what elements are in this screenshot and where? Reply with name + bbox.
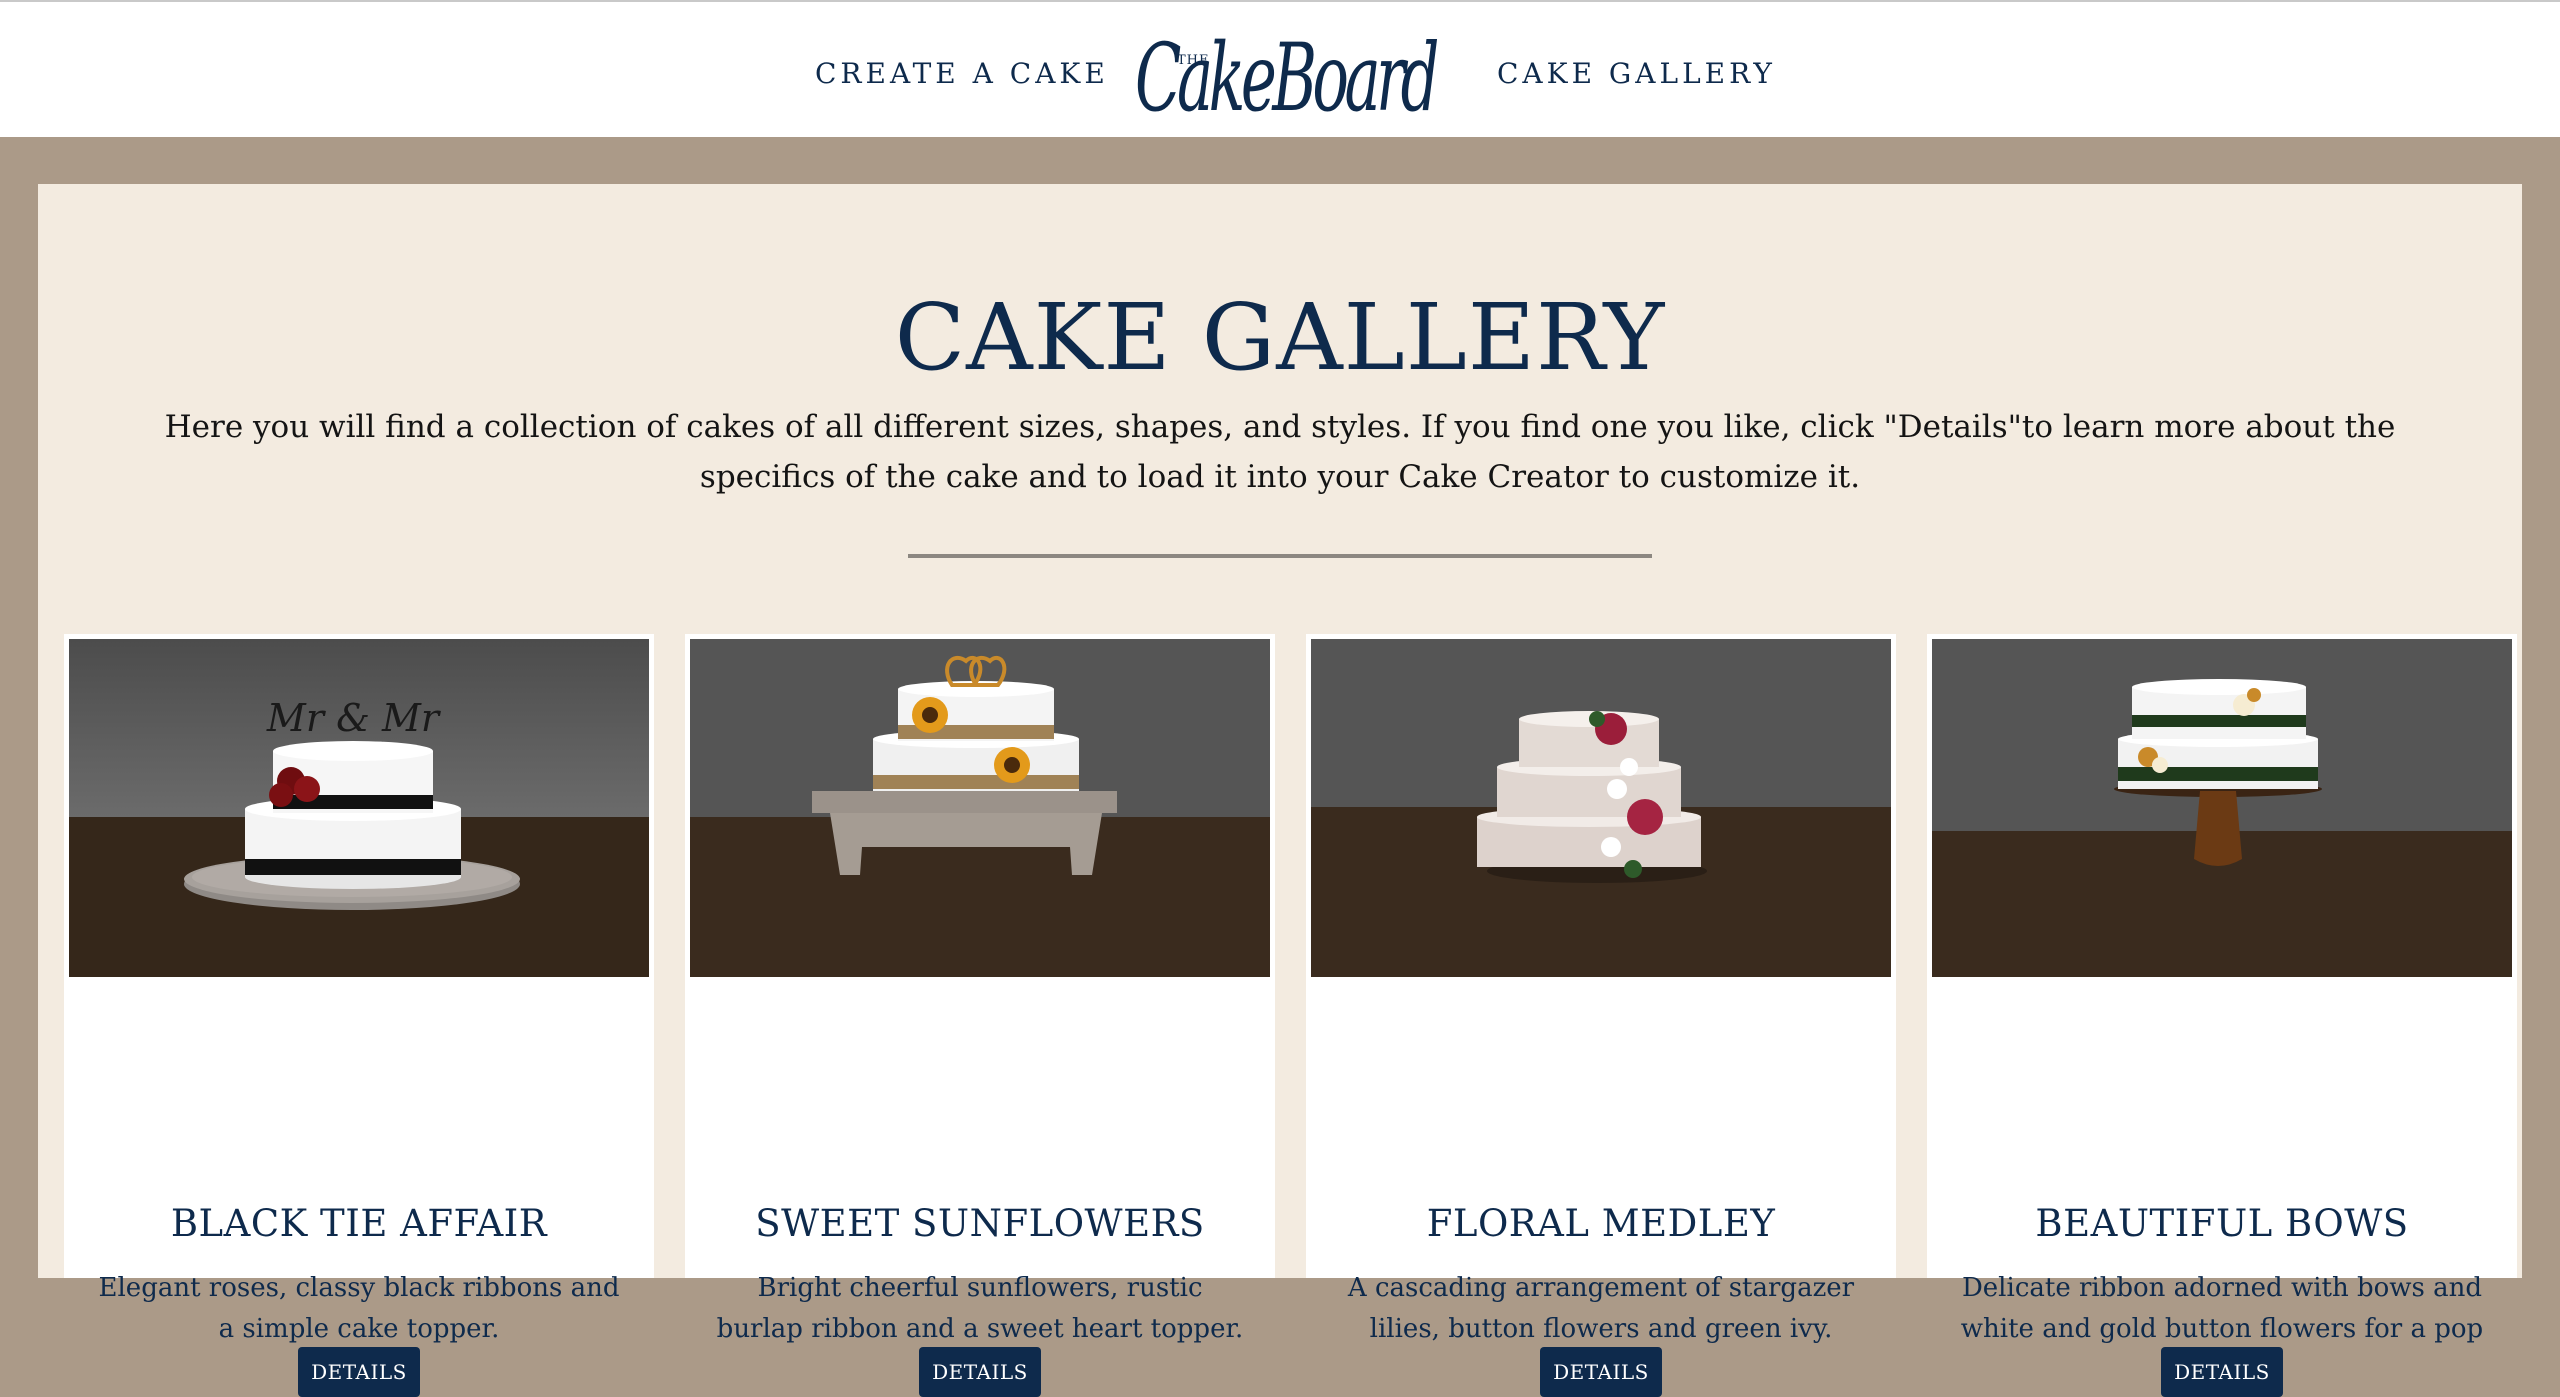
card-description: Elegant roses, classy black ribbons and … bbox=[98, 1273, 620, 1344]
details-button[interactable]: DETAILS bbox=[1540, 1347, 1662, 1397]
nav-link-create-a-cake[interactable]: CREATE A CAKE bbox=[815, 57, 1109, 90]
cake-card-floral-medley: FLORAL MEDLEY A cascading arrangement of… bbox=[1306, 634, 1896, 1397]
card-title: SWEET SUNFLOWERS bbox=[755, 1202, 1205, 1245]
card-title: BLACK TIE AFFAIR bbox=[170, 1202, 548, 1245]
gallery-panel: CAKE GALLERY Here you will find a collec… bbox=[38, 184, 2522, 1397]
divider bbox=[908, 554, 1652, 558]
svg-text:CakeBoard: CakeBoard bbox=[1135, 24, 1437, 122]
cake-card-black-tie-affair: Mr & Mr BLACK TIE AFFAIR Elegant roses, … bbox=[64, 634, 654, 1397]
card-title: FLORAL MEDLEY bbox=[1426, 1202, 1776, 1245]
cake-image-black-tie-affair[interactable]: Mr & Mr bbox=[69, 639, 649, 977]
svg-text:Mr & Mr: Mr & Mr bbox=[266, 696, 442, 740]
intro-text: Here you will find a collection of cakes… bbox=[164, 409, 2396, 495]
top-navigation-bar: CREATE A CAKE THE CakeBoard CAKE GALLERY bbox=[0, 0, 2560, 137]
cake-card-beautiful-bows: BEAUTIFUL BOWS Delicate ribbon adorned w… bbox=[1927, 634, 2517, 1397]
card-description: A cascading arrangement of stargazer lil… bbox=[1347, 1273, 1855, 1344]
page-title: CAKE GALLERY bbox=[894, 284, 1666, 391]
card-description: Bright cheerful sunflowers, rustic burla… bbox=[716, 1273, 1244, 1344]
card-title: BEAUTIFUL BOWS bbox=[2035, 1202, 2409, 1245]
details-button[interactable]: DETAILS bbox=[919, 1347, 1041, 1397]
details-button[interactable]: DETAILS bbox=[298, 1347, 420, 1397]
details-button[interactable]: DETAILS bbox=[2161, 1347, 2283, 1397]
cake-image-beautiful-bows[interactable] bbox=[1932, 639, 2512, 977]
cake-image-sweet-sunflowers[interactable] bbox=[690, 639, 1270, 977]
cake-card-sweet-sunflowers: SWEET SUNFLOWERS Bright cheerful sunflow… bbox=[685, 634, 1275, 1397]
cake-image-floral-medley[interactable] bbox=[1311, 639, 1891, 977]
cakeboard-logo[interactable]: THE CakeBoard bbox=[1125, 2, 1450, 133]
nav-link-cake-gallery[interactable]: CAKE GALLERY bbox=[1497, 57, 1776, 90]
